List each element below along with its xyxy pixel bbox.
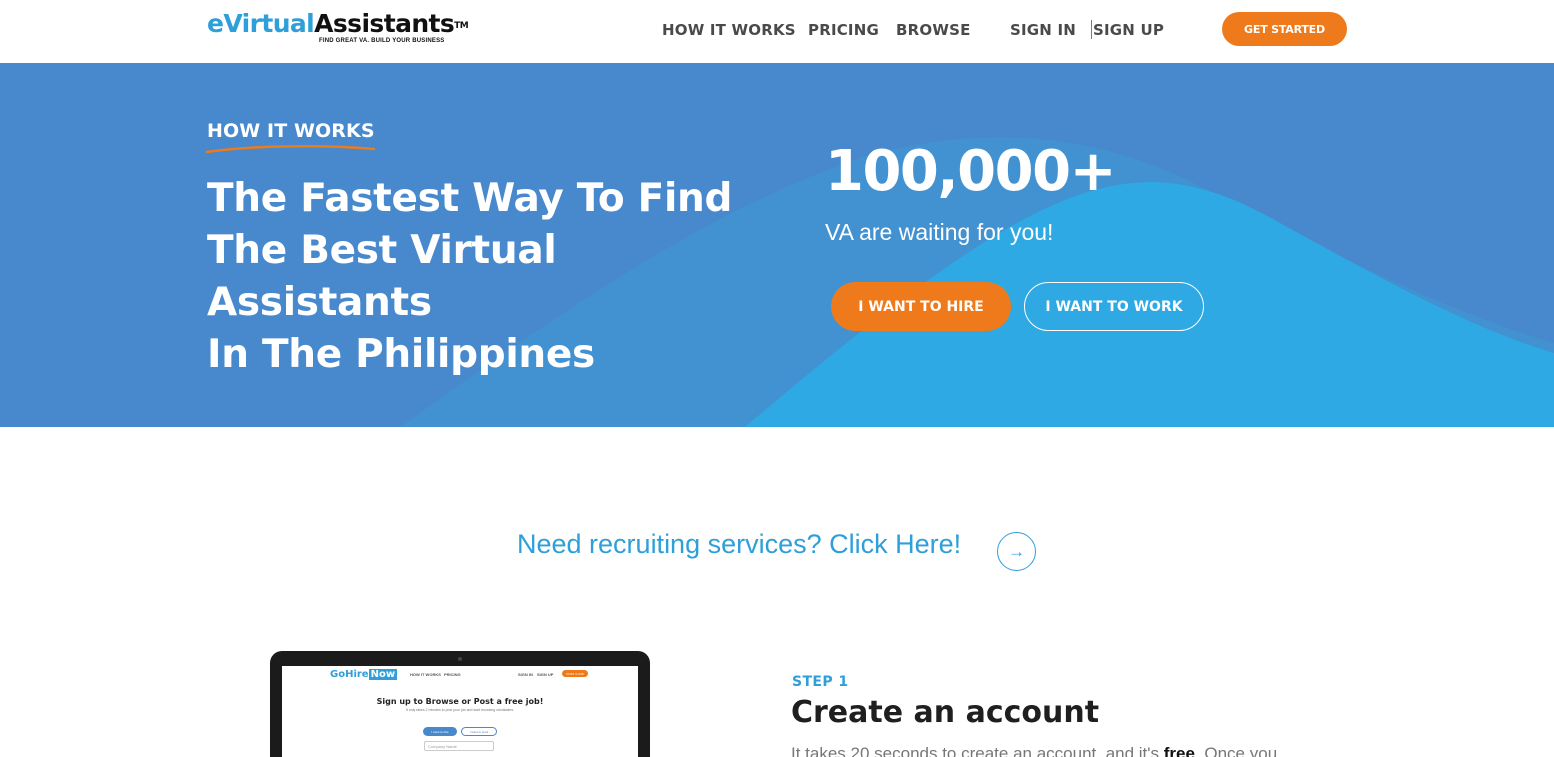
preview-post-job-button: POST A JOB: [562, 670, 588, 677]
recruiting-services-link[interactable]: Need recruiting services? Click Here!: [517, 529, 961, 560]
preview-nav-pricing: PRICING: [444, 672, 461, 677]
preview-logo: GoHire Now: [330, 669, 398, 680]
top-navigation-bar: eVirtualAssistantsTM FIND GREAT VA. BUIL…: [0, 0, 1554, 63]
logo-wordmark: eVirtualAssistantsTM: [207, 9, 469, 38]
i-want-to-hire-button[interactable]: I WANT TO HIRE: [831, 282, 1011, 331]
hero-headline: The Fastest Way To Find The Best Virtual…: [207, 173, 787, 381]
logo-part-assistants: Assistants: [314, 9, 455, 38]
preview-subtitle: It only takes 2 minutes to post your job…: [405, 708, 515, 712]
get-started-button[interactable]: GET STARTED: [1222, 12, 1347, 46]
preview-hire-button: I want to hire: [423, 727, 457, 736]
step-number-label: STEP 1: [792, 674, 849, 690]
site-logo[interactable]: eVirtualAssistantsTM FIND GREAT VA. BUIL…: [207, 9, 469, 45]
logo-tagline: FIND GREAT VA. BUILD YOUR BUSINESS: [319, 38, 445, 44]
step-description-bold: free: [1163, 744, 1195, 757]
preview-title: Sign up to Browse or Post a free job!: [376, 697, 544, 706]
nav-how-it-works[interactable]: HOW IT WORKS: [662, 21, 796, 39]
hero-headline-line-1: The Fastest Way To Find: [207, 176, 733, 221]
laptop-camera: [458, 657, 462, 661]
hero-section: HOW IT WORKS The Fastest Way To Find The…: [0, 63, 1554, 427]
logo-part-evirtual: eVirtual: [207, 9, 315, 38]
logo-trademark: TM: [454, 21, 469, 31]
preview-logo-badge: Now: [368, 669, 398, 680]
nav-sign-up[interactable]: SIGN UP: [1093, 21, 1164, 39]
preview-work-button: I want to work: [461, 727, 497, 736]
preview-company-field: Company Name: [424, 741, 494, 751]
step-description-part-1: It takes 20 seconds to create an account…: [791, 744, 1164, 757]
nav-browse[interactable]: BROWSE: [896, 21, 971, 39]
hero-headline-line-3: In The Philippines: [207, 332, 595, 377]
va-count-stat: 100,000+: [825, 139, 1116, 204]
step-description-part-2: . Once you: [1194, 744, 1278, 757]
va-count-caption: VA are waiting for you!: [825, 219, 1054, 245]
preview-logo-text: GoHire: [330, 669, 369, 680]
arrow-right-icon[interactable]: →: [997, 532, 1036, 571]
nav-pricing[interactable]: PRICING: [808, 21, 879, 39]
nav-sign-in[interactable]: SIGN IN: [1010, 21, 1076, 39]
preview-nav-how-it-works: HOW IT WORKS: [410, 672, 441, 677]
nav-divider: [1091, 20, 1092, 39]
preview-nav-sign-up: SIGN UP: [537, 672, 554, 677]
step-description: It takes 20 seconds to create an account…: [791, 744, 1277, 757]
laptop-mockup: GoHire Now HOW IT WORKS PRICING SIGN IN S…: [270, 651, 650, 757]
hero-eyebrow: HOW IT WORKS: [207, 120, 375, 142]
preview-nav-sign-in: SIGN IN: [518, 672, 533, 677]
laptop-screen-preview: GoHire Now HOW IT WORKS PRICING SIGN IN S…: [282, 666, 638, 757]
hero-headline-line-2: The Best Virtual Assistants: [207, 228, 557, 325]
eyebrow-underline-swoosh: [205, 145, 376, 154]
i-want-to-work-button[interactable]: I WANT TO WORK: [1024, 282, 1204, 331]
step-title: Create an account: [791, 695, 1100, 730]
